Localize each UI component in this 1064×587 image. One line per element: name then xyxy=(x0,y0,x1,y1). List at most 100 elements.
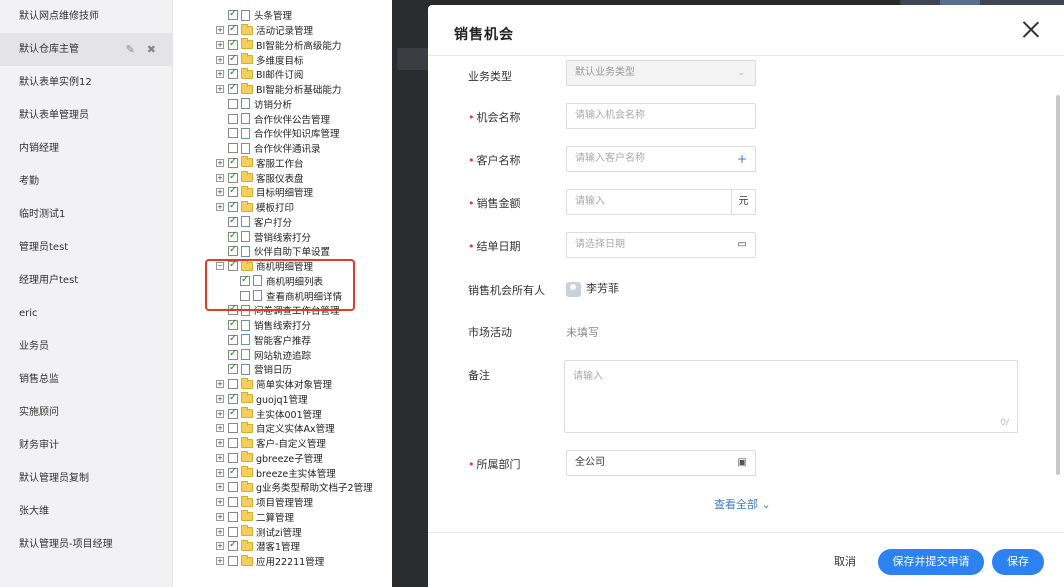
expand-toggle-icon[interactable]: − xyxy=(216,262,224,271)
checkbox[interactable] xyxy=(228,511,238,522)
expand-toggle-icon[interactable]: + xyxy=(216,70,224,79)
dept-input[interactable]: 全公司 ▣ xyxy=(566,450,756,476)
checkbox[interactable] xyxy=(228,423,238,434)
save-button[interactable]: 保存 xyxy=(992,549,1044,575)
checkbox[interactable] xyxy=(228,438,238,449)
checkbox[interactable] xyxy=(228,53,238,65)
checkbox[interactable] xyxy=(228,466,238,478)
close-icon[interactable]: ✖ xyxy=(147,33,156,66)
scrollbar[interactable] xyxy=(1056,95,1060,475)
tree-node[interactable]: − 商机明细管理 xyxy=(216,259,313,274)
checkbox[interactable] xyxy=(228,23,238,36)
role-item[interactable]: 默认管理员-项目经理 xyxy=(0,528,172,561)
checkbox[interactable] xyxy=(228,82,238,95)
checkbox[interactable] xyxy=(228,482,238,493)
expand-toggle-icon[interactable]: + xyxy=(216,55,224,64)
tree-node[interactable]: + 多维度目标 xyxy=(216,52,304,67)
expand-toggle-icon[interactable]: + xyxy=(216,158,224,167)
checkbox[interactable] xyxy=(228,526,238,537)
checkbox[interactable] xyxy=(228,143,238,154)
tree-node[interactable]: 头条管理 xyxy=(216,8,292,23)
expand-toggle-icon[interactable]: + xyxy=(216,188,224,197)
save-submit-button[interactable]: 保存并提交申请 xyxy=(878,549,984,575)
role-item[interactable]: 销售总监 xyxy=(0,363,172,396)
role-item[interactable]: 默认表单实例12 xyxy=(0,66,172,99)
cancel-button[interactable]: 取消 xyxy=(820,549,870,575)
checkbox[interactable] xyxy=(228,98,238,109)
tree-node[interactable]: + breeze主实体管理 xyxy=(216,465,336,480)
tree-node[interactable]: 合作伙伴知识库管理 xyxy=(216,126,340,141)
tree-node[interactable]: 合作伙伴公告管理 xyxy=(216,111,330,126)
tree-node[interactable]: 营销日历 xyxy=(216,362,292,377)
expand-toggle-icon[interactable]: + xyxy=(216,483,224,492)
checkbox[interactable] xyxy=(228,8,238,21)
checkbox[interactable] xyxy=(228,392,238,404)
tree-node[interactable]: + 活动记录管理 xyxy=(216,23,313,38)
expand-toggle-icon[interactable]: + xyxy=(216,512,224,521)
checkbox[interactable] xyxy=(228,185,238,198)
role-item[interactable]: 管理员test xyxy=(0,231,172,264)
checkbox[interactable] xyxy=(228,452,238,463)
expand-toggle-icon[interactable]: + xyxy=(216,453,224,462)
calendar-icon[interactable]: ▭ xyxy=(738,233,747,257)
tree-node[interactable]: 客户打分 xyxy=(216,215,292,230)
role-item[interactable]: 默认表单管理员 xyxy=(0,99,172,132)
checkbox[interactable] xyxy=(228,156,238,168)
checkbox[interactable] xyxy=(228,67,238,80)
tree-node[interactable]: 问卷调查工作台管理 xyxy=(216,303,340,318)
role-item[interactable]: 内销经理 xyxy=(0,132,172,165)
tree-node[interactable]: + BI智能分析基础能力 xyxy=(216,82,341,97)
role-item[interactable]: 实施顾问 xyxy=(0,396,172,429)
tree-node[interactable]: 访销分析 xyxy=(216,97,292,112)
tree-node[interactable]: + BI智能分析高级能力 xyxy=(216,38,341,53)
checkbox[interactable] xyxy=(228,171,238,183)
tree-node[interactable]: + 目标明细管理 xyxy=(216,185,313,200)
expand-toggle-icon[interactable]: + xyxy=(216,409,224,418)
tree-node[interactable]: 网站轨迹追踪 xyxy=(216,347,311,362)
expand-toggle-icon[interactable]: + xyxy=(216,394,224,403)
checkbox[interactable] xyxy=(228,244,238,257)
remark-textarea[interactable]: 请输入 0/ xyxy=(564,360,1018,433)
role-item[interactable]: 考勤 xyxy=(0,165,172,198)
role-item[interactable]: 财务审计 xyxy=(0,429,172,462)
tree-node[interactable]: + 客户-自定义管理 xyxy=(216,436,326,451)
expand-toggle-icon[interactable]: + xyxy=(216,498,224,507)
expand-toggle-icon[interactable]: + xyxy=(216,203,224,212)
expand-toggle-icon[interactable]: + xyxy=(216,527,224,536)
checkbox[interactable] xyxy=(228,113,238,124)
role-item[interactable]: 默认管理员复制 xyxy=(0,462,172,495)
tree-node[interactable]: + 客服工作台 xyxy=(216,156,304,171)
role-item[interactable]: 默认仓库主管 ✎ ✖ xyxy=(0,33,172,66)
role-item[interactable]: 临时测试1 xyxy=(0,198,172,231)
expand-toggle-icon[interactable]: + xyxy=(216,468,224,477)
expand-toggle-icon[interactable]: + xyxy=(216,380,224,389)
tree-node[interactable]: + 测试zi管理 xyxy=(216,524,302,539)
expand-toggle-icon[interactable]: + xyxy=(216,26,224,35)
checkbox[interactable] xyxy=(228,230,238,242)
tree-node[interactable]: + gbreeze子管理 xyxy=(216,451,323,466)
tree-node[interactable]: 伙伴自助下单设置 xyxy=(216,244,330,259)
tree-node[interactable]: + guojq1管理 xyxy=(216,392,308,407)
expand-toggle-icon[interactable]: + xyxy=(216,424,224,433)
opp-name-input[interactable]: 请输入机会名称 xyxy=(566,103,756,129)
role-item[interactable]: 经理用户test xyxy=(0,264,172,297)
role-item[interactable]: 张大维 xyxy=(0,495,172,528)
plus-icon[interactable]: + xyxy=(737,147,747,171)
checkbox[interactable] xyxy=(228,539,238,552)
checkbox[interactable] xyxy=(228,333,238,345)
tree-node[interactable]: 查看商机明细详情 xyxy=(216,288,342,303)
checkbox[interactable] xyxy=(228,379,238,390)
checkbox[interactable] xyxy=(228,200,238,213)
customer-input[interactable]: 请输入客户名称 + xyxy=(566,146,756,172)
expand-toggle-icon[interactable]: + xyxy=(216,439,224,448)
role-item[interactable]: 业务员 xyxy=(0,330,172,363)
tree-node[interactable]: 销售线索打分 xyxy=(216,318,311,333)
amount-input[interactable]: 请输入元 xyxy=(566,189,756,215)
checkbox[interactable] xyxy=(228,259,238,272)
tree-node[interactable]: + 潜客1管理 xyxy=(216,539,300,554)
close-date-input[interactable]: 请选择日期 ▭ xyxy=(566,232,756,258)
tree-node[interactable]: 合作伙伴通讯录 xyxy=(216,141,321,156)
tree-node[interactable]: + 简单实体对象管理 xyxy=(216,377,332,392)
checkbox[interactable] xyxy=(228,407,238,419)
checkbox[interactable] xyxy=(240,274,250,286)
